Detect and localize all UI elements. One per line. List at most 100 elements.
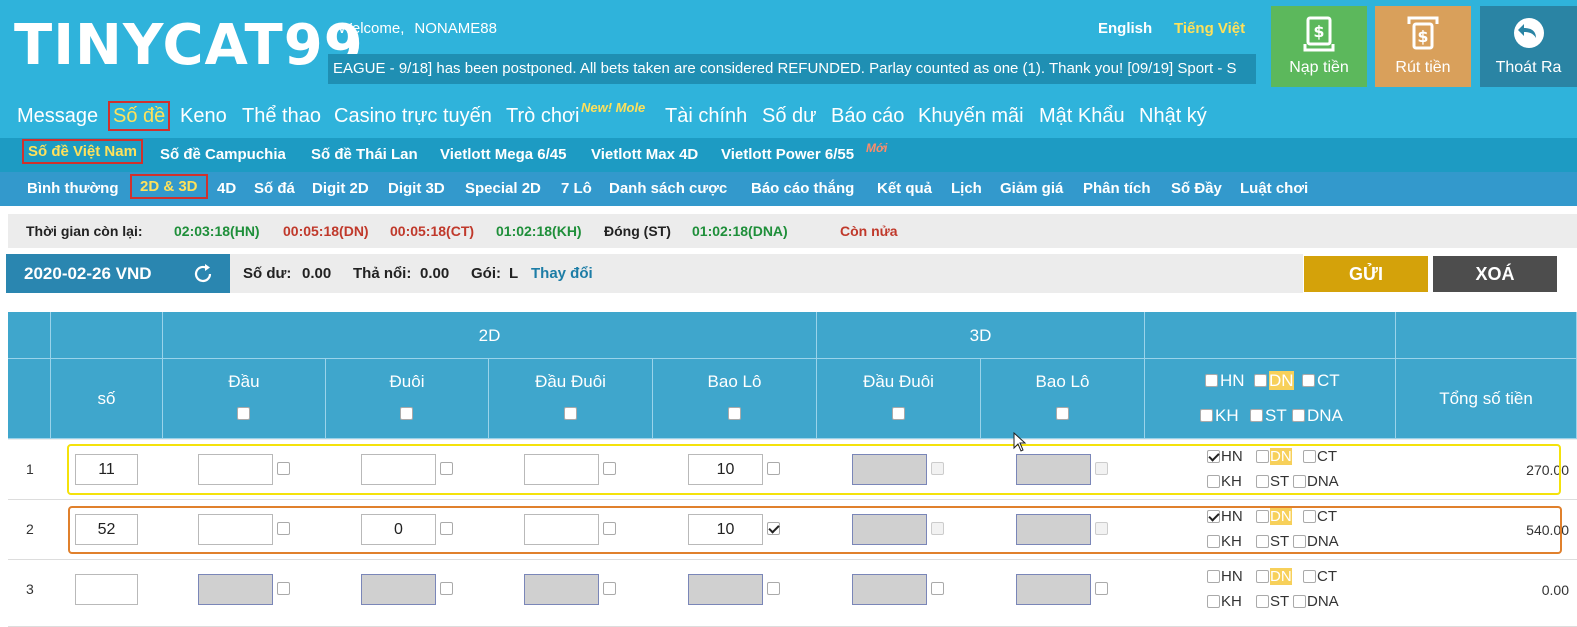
header-region-ct-checkbox[interactable]	[1302, 374, 1315, 388]
region-kh-checkbox[interactable]	[1207, 534, 1220, 548]
withdraw-button[interactable]: $ Rút tiền	[1375, 6, 1471, 87]
dau-duoi-checkbox[interactable]	[603, 462, 616, 475]
region-st-checkbox[interactable]	[1256, 474, 1269, 488]
game-luat-choi[interactable]: Luật chơi	[1240, 180, 1308, 197]
duoi-checkbox[interactable]	[440, 462, 453, 475]
nav-so-du[interactable]: Số dư	[762, 105, 817, 128]
region-st-checkbox[interactable]	[1256, 534, 1269, 548]
nav-casino[interactable]: Casino trực tuyến	[334, 105, 492, 128]
select-all-duoi-checkbox[interactable]	[400, 407, 413, 420]
dau-duoi-input[interactable]	[524, 514, 599, 545]
3d-bao-lo-checkbox[interactable]	[1095, 582, 1108, 595]
region-kh-checkbox[interactable]	[1207, 474, 1220, 488]
region-dna-checkbox[interactable]	[1293, 594, 1306, 608]
dau-checkbox[interactable]	[277, 582, 290, 595]
region-st-checkbox[interactable]	[1256, 594, 1269, 608]
game-ket-qua[interactable]: Kết quả	[877, 180, 932, 197]
nav-mat-khau[interactable]: Mật Khẩu	[1039, 105, 1125, 128]
region-dn-checkbox[interactable]	[1256, 449, 1269, 463]
3d-dau-duoi-checkbox[interactable]	[931, 582, 944, 595]
game-4d[interactable]: 4D	[217, 180, 236, 197]
nav-tai-chinh[interactable]: Tài chính	[665, 105, 747, 128]
region-dna-checkbox[interactable]	[1293, 474, 1306, 488]
subnav-vietlott-mega[interactable]: Vietlott Mega 6/45	[440, 146, 566, 163]
nav-so-de[interactable]: Số đề	[108, 101, 171, 131]
header-region-hn-checkbox[interactable]	[1205, 374, 1218, 388]
game-digit-2d[interactable]: Digit 2D	[312, 180, 369, 197]
region-ct-checkbox[interactable]	[1303, 569, 1316, 583]
game-so-day[interactable]: Số Đầy	[1171, 180, 1222, 197]
region-dn-checkbox[interactable]	[1256, 509, 1269, 523]
dau-duoi-input[interactable]	[524, 454, 599, 485]
number-input[interactable]	[75, 574, 138, 605]
game-phan-tich[interactable]: Phân tích	[1083, 180, 1151, 197]
subnav-vietlott-power[interactable]: Vietlott Power 6/55	[721, 146, 854, 163]
lang-vietnamese-link[interactable]: Tiếng Việt	[1174, 20, 1245, 37]
deposit-button[interactable]: $ Nạp tiền	[1271, 6, 1367, 87]
refresh-icon[interactable]	[192, 263, 214, 285]
header-region-dna-checkbox[interactable]	[1292, 409, 1305, 423]
header-region-dn-checkbox[interactable]	[1254, 374, 1267, 388]
region-dna-checkbox[interactable]	[1293, 534, 1306, 548]
logout-button[interactable]: Thoát Ra	[1480, 6, 1577, 87]
bao-lo-checkbox[interactable]	[767, 462, 780, 475]
select-all-3d-bao-lo-checkbox[interactable]	[1055, 407, 1069, 420]
change-package-link[interactable]: Thay đổi	[531, 265, 593, 282]
lang-english-link[interactable]: English	[1098, 20, 1152, 37]
duoi-input[interactable]	[361, 454, 436, 485]
duoi-checkbox[interactable]	[440, 522, 453, 535]
game-lich[interactable]: Lịch	[951, 180, 982, 197]
dau-duoi-checkbox[interactable]	[603, 522, 616, 535]
main-nav: Message Số đề Keno Thể thao Casino trực …	[0, 96, 1577, 138]
region-hn-checkbox[interactable]	[1207, 449, 1220, 463]
select-all-dau-checkbox[interactable]	[237, 407, 250, 420]
send-button[interactable]: GỬI	[1304, 256, 1428, 292]
header-region-kh-checkbox[interactable]	[1200, 409, 1213, 423]
dau-checkbox[interactable]	[277, 522, 290, 535]
game-2d-3d[interactable]: 2D & 3D	[130, 174, 208, 199]
clear-button[interactable]: XOÁ	[1433, 256, 1557, 292]
dau-input[interactable]	[198, 454, 273, 485]
bao-lo-checkbox[interactable]	[767, 522, 780, 535]
logo[interactable]: TINYCAT99	[14, 14, 364, 78]
game-danh-sach-cuoc[interactable]: Danh sách cược	[609, 180, 727, 197]
nav-bao-cao[interactable]: Báo cáo	[831, 105, 904, 128]
region-ct-checkbox[interactable]	[1303, 449, 1316, 463]
game-digit-3d[interactable]: Digit 3D	[388, 180, 445, 197]
nav-khuyen-mai[interactable]: Khuyến mãi	[918, 105, 1024, 128]
region-kh-checkbox[interactable]	[1207, 594, 1220, 608]
region-hn-checkbox[interactable]	[1207, 509, 1220, 523]
game-giam-gia[interactable]: Giảm giá	[1000, 180, 1063, 197]
nav-tro-choi[interactable]: Trò chơi	[506, 105, 580, 128]
duoi-checkbox[interactable]	[440, 582, 453, 595]
number-input[interactable]: 52	[75, 514, 138, 545]
dau-duoi-checkbox[interactable]	[603, 582, 616, 595]
region-dn-checkbox[interactable]	[1256, 569, 1269, 583]
game-7-lo[interactable]: 7 Lô	[561, 180, 592, 197]
nav-nhat-ky[interactable]: Nhật ký	[1139, 105, 1207, 128]
dau-checkbox[interactable]	[277, 462, 290, 475]
select-all-3d-dau-duoi-checkbox[interactable]	[891, 407, 905, 420]
duoi-input[interactable]: 0	[361, 514, 436, 545]
subnav-so-de-viet-nam[interactable]: Số đề Việt Nam	[22, 139, 143, 164]
game-bao-cao-thang[interactable]: Báo cáo thắng	[751, 180, 854, 197]
bao-lo-input[interactable]: 10	[688, 514, 763, 545]
number-input[interactable]: 11	[75, 454, 138, 485]
region-ct-checkbox[interactable]	[1303, 509, 1316, 523]
subnav-so-de-thai-lan[interactable]: Số đề Thái Lan	[311, 146, 418, 163]
subnav-so-de-campuchia[interactable]: Số đề Campuchia	[160, 146, 286, 163]
header-region-st-checkbox[interactable]	[1250, 409, 1263, 423]
subnav-vietlott-max-4d[interactable]: Vietlott Max 4D	[591, 146, 698, 163]
nav-the-thao[interactable]: Thể thao	[242, 105, 321, 128]
region-hn-checkbox[interactable]	[1207, 569, 1220, 583]
select-all-dau-duoi-checkbox[interactable]	[563, 407, 577, 420]
dau-input[interactable]	[198, 514, 273, 545]
nav-keno[interactable]: Keno	[180, 105, 227, 128]
game-special-2d[interactable]: Special 2D	[465, 180, 541, 197]
nav-message[interactable]: Message	[17, 105, 98, 128]
game-binh-thuong[interactable]: Bình thường	[27, 180, 119, 197]
bao-lo-checkbox[interactable]	[767, 582, 780, 595]
game-so-da[interactable]: Số đá	[254, 180, 295, 197]
bao-lo-input[interactable]: 10	[688, 454, 763, 485]
select-all-bao-lo-checkbox[interactable]	[727, 407, 741, 420]
